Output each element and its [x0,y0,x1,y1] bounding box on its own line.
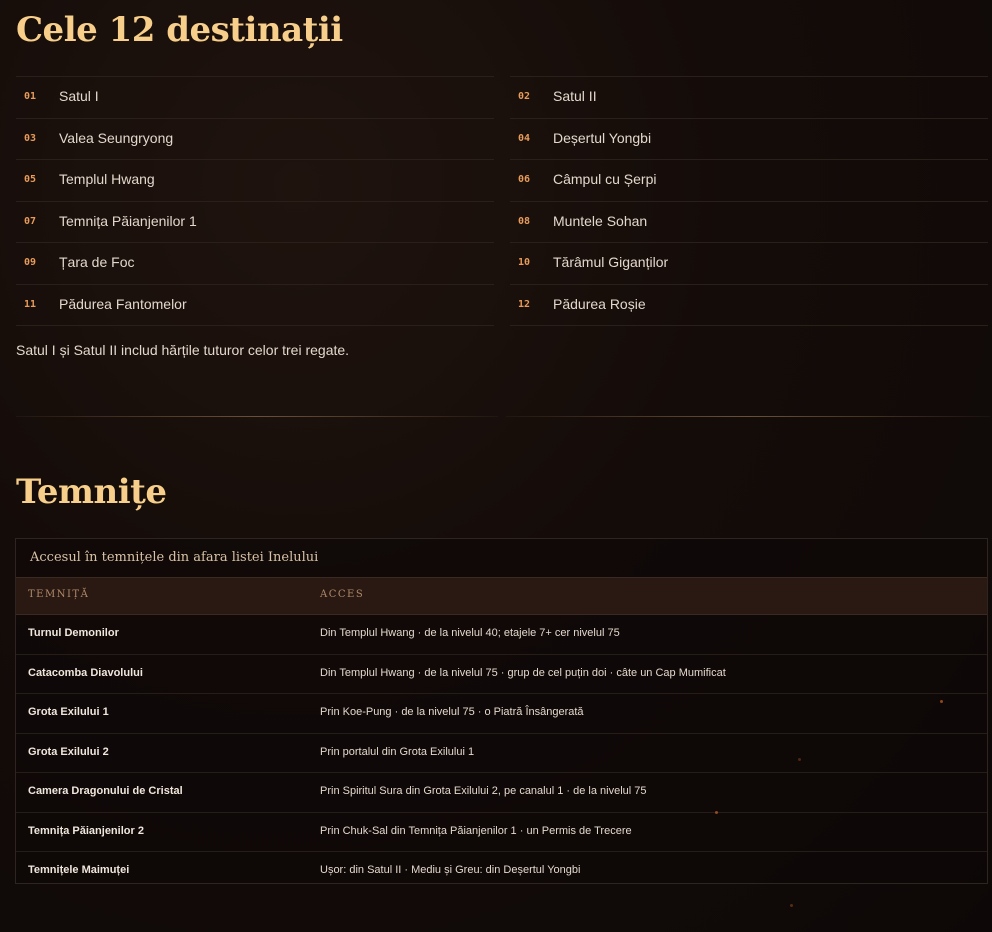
item-label: Deșertul Yongbi [553,129,652,146]
item-number: 09 [24,257,37,268]
list-item[interactable]: 10 Tărâmul Giganților [510,243,988,285]
dungeon-name: Grota Exilului 1 [28,706,109,718]
dungeons-table: Accesul în temnițele din afara listei In… [15,538,988,884]
item-label: Valea Seungryong [59,129,174,146]
item-number: 05 [24,174,37,185]
section-divider-right [506,416,990,417]
list-item[interactable]: 08 Muntele Sohan [510,202,988,243]
list-item[interactable]: 06 Câmpul cu Șerpi [510,160,988,202]
list-item[interactable]: 12 Pădurea Roșie [510,285,988,326]
item-label: Câmpul cu Șerpi [553,171,657,187]
item-label: Templul Hwang [59,171,155,187]
item-number: 03 [24,132,37,144]
list-item[interactable]: 09 Țara de Foc [16,243,494,285]
item-number: 12 [518,298,531,310]
dungeon-name: Temnița Păianjenilor 2 [28,824,144,837]
item-label: Pădurea Fantomelor [59,295,187,312]
item-number: 04 [518,132,531,144]
ember-decoration [798,758,801,761]
item-number: 01 [24,91,37,102]
dungeon-access: Din Templul Hwang · de la nivelul 40; et… [320,627,620,639]
ember-decoration [715,811,718,814]
ember-decoration [790,904,793,907]
list-item[interactable]: 07 Temnița Păianjenilor 1 [16,202,494,243]
dungeon-access: Prin Koe-Pung · de la nivelul 75 · o Pia… [320,706,584,718]
item-label: Pădurea Roșie [553,295,646,312]
table-row: Temnița Păianjenilor 2 Prin Chuk-Sal din … [16,813,987,852]
item-number: 06 [518,174,531,185]
destinations-title: Cele 12 destinații [16,10,343,50]
column-header-dungeon: TEMNIȚĂ [28,589,90,600]
dungeon-access: Ușor: din Satul II · Mediu și Greu: din … [320,864,581,876]
table-caption: Accesul în temnițele din afara listei In… [30,550,319,565]
list-item[interactable]: 02 Satul II [510,77,988,119]
section-divider-left [16,416,498,417]
item-number: 08 [518,215,531,227]
destinations-column-left: 01 Satul I 03 Valea Seungryong 05 Templul H… [16,76,494,326]
table-row: Temnițele Maimuței Ușor: din Satul II · M… [16,852,987,891]
dungeon-access: Din Templul Hwang · de la nivelul 75 · g… [320,666,726,679]
table-row: Grota Exilului 2 Prin portalul din Grota … [16,734,987,773]
dungeon-access: Prin Spiritul Sura din Grota Exilului 2,… [320,785,647,797]
dungeon-name: Camera Dragonului de Cristal [28,785,183,797]
table-row: Catacomba Diavolului Din Templul Hwang · … [16,655,987,694]
item-number: 02 [518,91,531,102]
destinations-note: Satul I și Satul II includ hărțile tutur… [16,342,350,358]
item-label: Temnița Păianjenilor 1 [59,212,197,229]
column-header-access: ACCES [320,589,365,600]
item-label: Satul I [59,88,99,104]
dungeon-access: Prin portalul din Grota Exilului 1 [320,745,475,758]
list-item[interactable]: 04 Deșertul Yongbi [510,119,988,160]
dungeon-access: Prin Chuk-Sal din Temnița Păianjenilor 1… [320,824,632,837]
dungeons-title: Temnițe [16,472,167,512]
destinations-column-right: 02 Satul II 04 Deșertul Yongbi 06 Câmpul cu… [510,76,988,326]
list-item[interactable]: 05 Templul Hwang [16,160,494,202]
table-row: Camera Dragonului de Cristal Prin Spiritu… [16,773,987,813]
item-label: Muntele Sohan [553,212,648,229]
dungeon-name: Turnul Demonilor [28,627,119,639]
table-row: Grota Exilului 1 Prin Koe-Pung · de la ni… [16,694,987,734]
item-number: 10 [518,257,531,268]
item-label: Țara de Foc [59,254,135,270]
list-item[interactable]: 01 Satul I [16,77,494,119]
dungeon-name: Catacomba Diavolului [28,666,143,679]
table-header: TEMNIȚĂ ACCES [16,577,987,615]
ember-decoration [940,700,943,703]
item-number: 11 [24,298,37,310]
dungeon-name: Temnițele Maimuței [28,864,130,876]
item-number: 07 [24,215,37,227]
list-item[interactable]: 11 Pădurea Fantomelor [16,285,494,326]
table-row: Turnul Demonilor Din Templul Hwang · de l… [16,615,987,655]
list-item[interactable]: 03 Valea Seungryong [16,119,494,160]
item-label: Tărâmul Giganților [553,254,669,270]
item-label: Satul II [553,88,597,104]
dungeon-name: Grota Exilului 2 [28,745,109,758]
